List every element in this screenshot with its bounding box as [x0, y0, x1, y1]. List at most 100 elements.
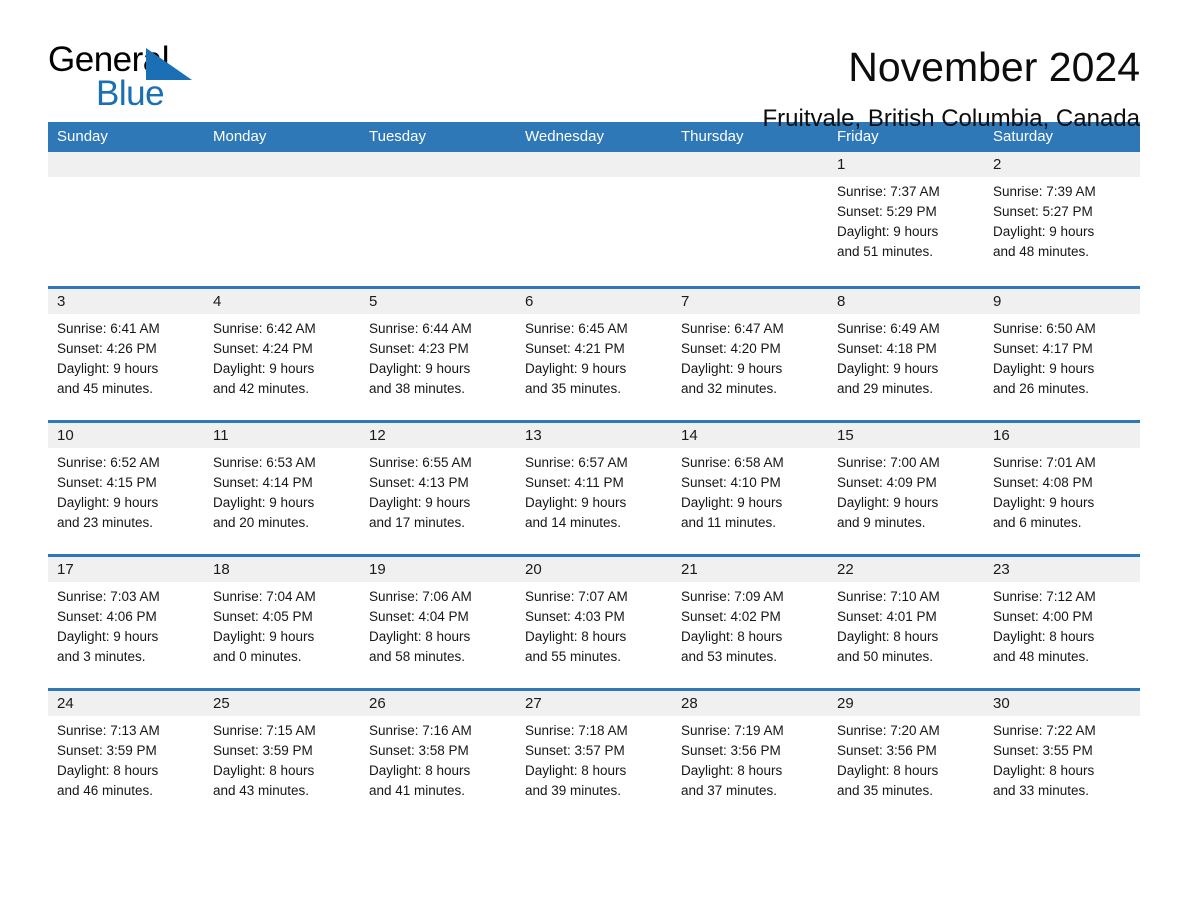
- sunset-text: Sunset: 4:14 PM: [213, 475, 313, 490]
- sunrise-text: Sunrise: 6:52 AM: [57, 455, 160, 470]
- page-header: General Blue November 2024 Fruitvale, Br…: [48, 0, 1140, 132]
- sunset-text: Sunset: 4:04 PM: [369, 609, 469, 624]
- sunrise-text: Sunrise: 7:06 AM: [369, 589, 472, 604]
- calendar-day-cell[interactable]: 13 Sunrise: 6:57 AM Sunset: 4:11 PM Dayligh…: [516, 423, 672, 554]
- sunrise-text: Sunrise: 7:15 AM: [213, 723, 316, 738]
- calendar-day-cell[interactable]: 12 Sunrise: 6:55 AM Sunset: 4:13 PM Dayligh…: [360, 423, 516, 554]
- daylight-text-line1: Daylight: 9 hours: [213, 629, 315, 644]
- calendar-day-cell[interactable]: 1 Sunrise: 7:37 AM Sunset: 5:29 PM Daylight…: [828, 152, 984, 286]
- calendar-day-cell[interactable]: 26 Sunrise: 7:16 AM Sunset: 3:58 PM Dayligh…: [360, 691, 516, 822]
- day-sun-info: Sunrise: 7:07 AM Sunset: 4:03 PM Daylight:…: [516, 582, 672, 667]
- weekday-header-row: Sunday Monday Tuesday Wednesday Thursday…: [48, 122, 1140, 152]
- daylight-text-line2: and 14 minutes.: [525, 515, 622, 530]
- calendar-day-cell[interactable]: 2 Sunrise: 7:39 AM Sunset: 5:27 PM Daylight…: [984, 152, 1140, 286]
- calendar-day-cell[interactable]: 17 Sunrise: 7:03 AM Sunset: 4:06 PM Dayligh…: [48, 557, 204, 688]
- calendar-day-cell[interactable]: 8 Sunrise: 6:49 AM Sunset: 4:18 PM Daylight…: [828, 289, 984, 420]
- sunset-text: Sunset: 3:58 PM: [369, 743, 469, 758]
- sunset-text: Sunset: 4:21 PM: [525, 341, 625, 356]
- calendar-day-cell[interactable]: 20 Sunrise: 7:07 AM Sunset: 4:03 PM Dayligh…: [516, 557, 672, 688]
- calendar-day-cell[interactable]: 3 Sunrise: 6:41 AM Sunset: 4:26 PM Daylight…: [48, 289, 204, 420]
- sunrise-text: Sunrise: 7:07 AM: [525, 589, 628, 604]
- daylight-text-line2: and 37 minutes.: [681, 783, 778, 798]
- calendar-day-cell[interactable]: 4 Sunrise: 6:42 AM Sunset: 4:24 PM Daylight…: [204, 289, 360, 420]
- calendar-page: General Blue November 2024 Fruitvale, Br…: [0, 0, 1188, 918]
- daylight-text-line2: and 48 minutes.: [993, 649, 1090, 664]
- day-sun-info: Sunrise: 7:13 AM Sunset: 3:59 PM Daylight:…: [48, 716, 204, 801]
- calendar-day-cell[interactable]: 7 Sunrise: 6:47 AM Sunset: 4:20 PM Daylight…: [672, 289, 828, 420]
- daylight-text-line1: Daylight: 9 hours: [837, 495, 939, 510]
- calendar-day-cell[interactable]: 22 Sunrise: 7:10 AM Sunset: 4:01 PM Dayligh…: [828, 557, 984, 688]
- calendar-day-cell[interactable]: 15 Sunrise: 7:00 AM Sunset: 4:09 PM Dayligh…: [828, 423, 984, 554]
- sunset-text: Sunset: 4:02 PM: [681, 609, 781, 624]
- calendar-day-cell[interactable]: 9 Sunrise: 6:50 AM Sunset: 4:17 PM Daylight…: [984, 289, 1140, 420]
- day-sun-info: [360, 177, 516, 182]
- daylight-text-line1: Daylight: 9 hours: [57, 361, 159, 376]
- sunrise-text: Sunrise: 6:41 AM: [57, 321, 160, 336]
- calendar-day-cell[interactable]: 18 Sunrise: 7:04 AM Sunset: 4:05 PM Dayligh…: [204, 557, 360, 688]
- day-number: 23: [984, 557, 1140, 582]
- sunset-text: Sunset: 5:27 PM: [993, 204, 1093, 219]
- daylight-text-line1: Daylight: 9 hours: [57, 629, 159, 644]
- day-number: [204, 152, 360, 177]
- day-number: 24: [48, 691, 204, 716]
- general-blue-logo[interactable]: General Blue: [48, 42, 238, 118]
- sunset-text: Sunset: 4:17 PM: [993, 341, 1093, 356]
- calendar-day-cell[interactable]: 25 Sunrise: 7:15 AM Sunset: 3:59 PM Dayligh…: [204, 691, 360, 822]
- daylight-text-line2: and 6 minutes.: [993, 515, 1082, 530]
- calendar-day-cell[interactable]: 23 Sunrise: 7:12 AM Sunset: 4:00 PM Dayligh…: [984, 557, 1140, 688]
- calendar-day-cell[interactable]: 5 Sunrise: 6:44 AM Sunset: 4:23 PM Daylight…: [360, 289, 516, 420]
- daylight-text-line2: and 32 minutes.: [681, 381, 778, 396]
- calendar-day-cell[interactable]: 21 Sunrise: 7:09 AM Sunset: 4:02 PM Dayligh…: [672, 557, 828, 688]
- day-sun-info: Sunrise: 7:01 AM Sunset: 4:08 PM Daylight:…: [984, 448, 1140, 533]
- calendar-day-cell[interactable]: 29 Sunrise: 7:20 AM Sunset: 3:56 PM Dayligh…: [828, 691, 984, 822]
- daylight-text-line1: Daylight: 9 hours: [837, 361, 939, 376]
- day-sun-info: Sunrise: 6:52 AM Sunset: 4:15 PM Daylight:…: [48, 448, 204, 533]
- sunrise-text: Sunrise: 7:00 AM: [837, 455, 940, 470]
- calendar-day-cell[interactable]: 28 Sunrise: 7:19 AM Sunset: 3:56 PM Dayligh…: [672, 691, 828, 822]
- calendar-day-cell-empty: [360, 152, 516, 286]
- sunrise-text: Sunrise: 6:50 AM: [993, 321, 1096, 336]
- day-sun-info: [48, 177, 204, 182]
- sunrise-text: Sunrise: 6:55 AM: [369, 455, 472, 470]
- day-sun-info: Sunrise: 7:12 AM Sunset: 4:00 PM Daylight:…: [984, 582, 1140, 667]
- calendar-day-cell[interactable]: 24 Sunrise: 7:13 AM Sunset: 3:59 PM Dayligh…: [48, 691, 204, 822]
- day-sun-info: Sunrise: 7:04 AM Sunset: 4:05 PM Daylight:…: [204, 582, 360, 667]
- day-number: 12: [360, 423, 516, 448]
- sunset-text: Sunset: 4:11 PM: [525, 475, 624, 490]
- day-sun-info: Sunrise: 6:45 AM Sunset: 4:21 PM Daylight:…: [516, 314, 672, 399]
- day-sun-info: Sunrise: 6:49 AM Sunset: 4:18 PM Daylight:…: [828, 314, 984, 399]
- sunrise-text: Sunrise: 6:49 AM: [837, 321, 940, 336]
- daylight-text-line2: and 20 minutes.: [213, 515, 310, 530]
- weekday-header-wednesday: Wednesday: [525, 128, 604, 145]
- calendar-day-cell[interactable]: 6 Sunrise: 6:45 AM Sunset: 4:21 PM Daylight…: [516, 289, 672, 420]
- sunrise-text: Sunrise: 6:53 AM: [213, 455, 316, 470]
- calendar-day-cell[interactable]: 30 Sunrise: 7:22 AM Sunset: 3:55 PM Dayligh…: [984, 691, 1140, 822]
- sunset-text: Sunset: 3:57 PM: [525, 743, 625, 758]
- weekday-header-tuesday: Tuesday: [369, 128, 426, 145]
- daylight-text-line1: Daylight: 8 hours: [681, 763, 783, 778]
- daylight-text-line2: and 11 minutes.: [681, 515, 777, 530]
- daylight-text-line2: and 35 minutes.: [525, 381, 622, 396]
- sunset-text: Sunset: 4:18 PM: [837, 341, 937, 356]
- day-number: [516, 152, 672, 177]
- daylight-text-line1: Daylight: 9 hours: [837, 224, 939, 239]
- daylight-text-line2: and 29 minutes.: [837, 381, 934, 396]
- day-sun-info: Sunrise: 7:39 AM Sunset: 5:27 PM Daylight:…: [984, 177, 1140, 262]
- calendar-day-cell[interactable]: 19 Sunrise: 7:06 AM Sunset: 4:04 PM Dayligh…: [360, 557, 516, 688]
- title-block: November 2024 Fruitvale, British Columbi…: [763, 42, 1141, 133]
- day-sun-info: Sunrise: 6:58 AM Sunset: 4:10 PM Daylight:…: [672, 448, 828, 533]
- calendar-day-cell[interactable]: 16 Sunrise: 7:01 AM Sunset: 4:08 PM Dayligh…: [984, 423, 1140, 554]
- day-sun-info: Sunrise: 7:03 AM Sunset: 4:06 PM Daylight:…: [48, 582, 204, 667]
- day-sun-info: Sunrise: 7:10 AM Sunset: 4:01 PM Daylight:…: [828, 582, 984, 667]
- calendar-day-cell[interactable]: 10 Sunrise: 6:52 AM Sunset: 4:15 PM Dayligh…: [48, 423, 204, 554]
- calendar-day-cell[interactable]: 27 Sunrise: 7:18 AM Sunset: 3:57 PM Dayligh…: [516, 691, 672, 822]
- calendar-day-cell[interactable]: 11 Sunrise: 6:53 AM Sunset: 4:14 PM Dayligh…: [204, 423, 360, 554]
- day-number: 22: [828, 557, 984, 582]
- daylight-text-line2: and 3 minutes.: [57, 649, 146, 664]
- sunrise-text: Sunrise: 7:01 AM: [993, 455, 1096, 470]
- sunrise-text: Sunrise: 7:09 AM: [681, 589, 784, 604]
- calendar-week-row: 10 Sunrise: 6:52 AM Sunset: 4:15 PM Dayligh…: [48, 420, 1140, 554]
- day-number: 17: [48, 557, 204, 582]
- day-number: 8: [828, 289, 984, 314]
- calendar-day-cell[interactable]: 14 Sunrise: 6:58 AM Sunset: 4:10 PM Dayligh…: [672, 423, 828, 554]
